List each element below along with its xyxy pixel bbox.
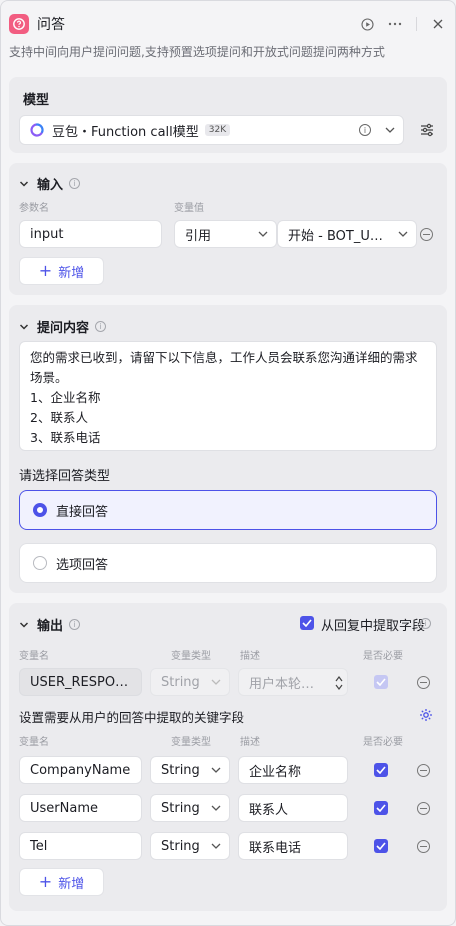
plus-icon: + (38, 872, 53, 891)
model-select[interactable]: 豆包・Function call模型 32K i (19, 115, 404, 145)
col-param-name: 参数名 (19, 203, 49, 214)
required-checkbox[interactable] (374, 801, 388, 815)
answer-type-label: 请选择回答类型 (19, 469, 111, 484)
add-input-button[interactable]: + 新增 (19, 257, 104, 285)
col-required: 是否必要 (363, 651, 403, 662)
chevron-down-icon (385, 127, 395, 133)
remove-field-icon[interactable] (417, 802, 430, 815)
input-section-title[interactable]: 输入 i (19, 174, 81, 193)
node-title: 问答 (37, 17, 65, 33)
output-field-type-select[interactable]: String (150, 756, 230, 784)
output-field-desc[interactable]: 联系电话 (238, 832, 348, 860)
col-desc: 描述 (240, 651, 260, 662)
info-icon[interactable]: i (69, 178, 81, 189)
output-section-title[interactable]: 输出 i (19, 615, 81, 634)
output-field-type-select[interactable]: String (150, 794, 230, 822)
input-param-name-field[interactable]: input (19, 220, 162, 248)
add-output-button[interactable]: + 新增 (19, 868, 104, 896)
model-info-icon[interactable]: i (359, 124, 371, 136)
run-icon[interactable] (360, 17, 374, 31)
model-section: 模型 豆包・Function call模型 32K i (9, 77, 447, 153)
question-node-panel: 问答 支持中间向用户提问问题,支持预置选项提问和开放式问题提问两种方式 模型 豆… (0, 0, 456, 926)
remove-input-icon[interactable] (420, 228, 433, 241)
extract-fields-checkbox[interactable] (300, 616, 314, 630)
question-section-title[interactable]: 提问内容 i (19, 317, 107, 336)
chevron-down-icon (19, 620, 29, 630)
info-icon[interactable]: i (420, 618, 431, 629)
input-ref-type-select[interactable]: 引用 (174, 220, 277, 248)
stepper-icon (335, 675, 343, 695)
chevron-down-icon (211, 843, 221, 849)
output-field-desc[interactable]: 企业名称 (238, 756, 348, 784)
chevron-down-icon (211, 805, 221, 811)
model-context-badge: 32K (204, 124, 231, 136)
answer-option-choices[interactable]: 选项回答 (19, 543, 437, 583)
chevron-down-icon (19, 179, 29, 189)
plus-icon: + (38, 261, 53, 280)
question-section: 提问内容 i 您的需求已收到，请留下以下信息，工作人员会联系您沟通详细的需求 场… (9, 305, 447, 593)
chevron-down-icon (19, 322, 29, 332)
extract-fields-label: 从回复中提取字段 (321, 619, 426, 634)
output-field-desc[interactable]: 联系人 (238, 794, 348, 822)
question-node-icon (9, 14, 29, 34)
fixed-required-checkbox (374, 675, 388, 689)
panel-header: 问答 (9, 11, 449, 37)
col-var-type-2: 变量类型 (171, 737, 211, 748)
output-field-name[interactable]: UserName (19, 794, 142, 822)
radio-direct[interactable] (33, 503, 47, 517)
output-fixed-desc-field: 用户本轮对话输入内容 (238, 668, 348, 696)
gear-icon[interactable] (419, 708, 433, 726)
col-var-name: 变量名 (19, 651, 49, 662)
model-settings-icon[interactable] (420, 123, 434, 137)
chevron-down-icon (211, 767, 221, 773)
answer-option-direct[interactable]: 直接回答 (19, 490, 437, 530)
info-icon[interactable]: i (95, 321, 107, 332)
required-checkbox[interactable] (374, 839, 388, 853)
input-section: 输入 i 参数名 变量值 input 引用 开始 - BOT_USER_INPU… (9, 163, 447, 295)
remove-output-icon[interactable] (417, 676, 430, 689)
col-desc-2: 描述 (240, 737, 260, 748)
chevron-down-icon (398, 231, 408, 237)
col-param-value: 变量值 (174, 203, 204, 214)
remove-field-icon[interactable] (417, 764, 430, 777)
question-content-textarea[interactable]: 您的需求已收到，请留下以下信息，工作人员会联系您沟通详细的需求 场景。 1、企业… (19, 341, 437, 451)
output-fixed-name-field: USER_RESPONSE (19, 668, 142, 696)
output-field-name[interactable]: CompanyName (19, 756, 142, 784)
chevron-down-icon (211, 679, 221, 685)
output-field-name[interactable]: Tel (19, 832, 142, 860)
output-section: 输出 i 从回复中提取字段 i 变量名 变量类型 描述 是否必要 USER_RE… (9, 603, 447, 911)
input-ref-value-select[interactable]: 开始 - BOT_USER_INPUT (277, 220, 417, 248)
col-var-name-2: 变量名 (19, 737, 49, 748)
extract-hint: 设置需要从用户的回答中提取的关键字段 (19, 710, 245, 725)
info-icon[interactable]: i (69, 619, 81, 630)
close-icon[interactable] (431, 17, 445, 31)
more-icon[interactable] (388, 17, 402, 31)
node-description: 支持中间向用户提问问题,支持预置选项提问和开放式问题提问两种方式 (9, 45, 385, 59)
model-name: 豆包・Function call模型 (52, 124, 199, 140)
required-checkbox[interactable] (374, 763, 388, 777)
col-required-2: 是否必要 (363, 737, 403, 748)
doubao-logo-icon (30, 123, 44, 137)
header-divider (416, 17, 417, 31)
output-field-type-select[interactable]: String (150, 832, 230, 860)
chevron-down-icon (258, 231, 268, 237)
col-var-type: 变量类型 (171, 651, 211, 662)
output-fixed-type-select: String (150, 668, 230, 696)
radio-choices[interactable] (33, 556, 47, 570)
model-section-title: 模型 (23, 93, 50, 108)
remove-field-icon[interactable] (417, 840, 430, 853)
